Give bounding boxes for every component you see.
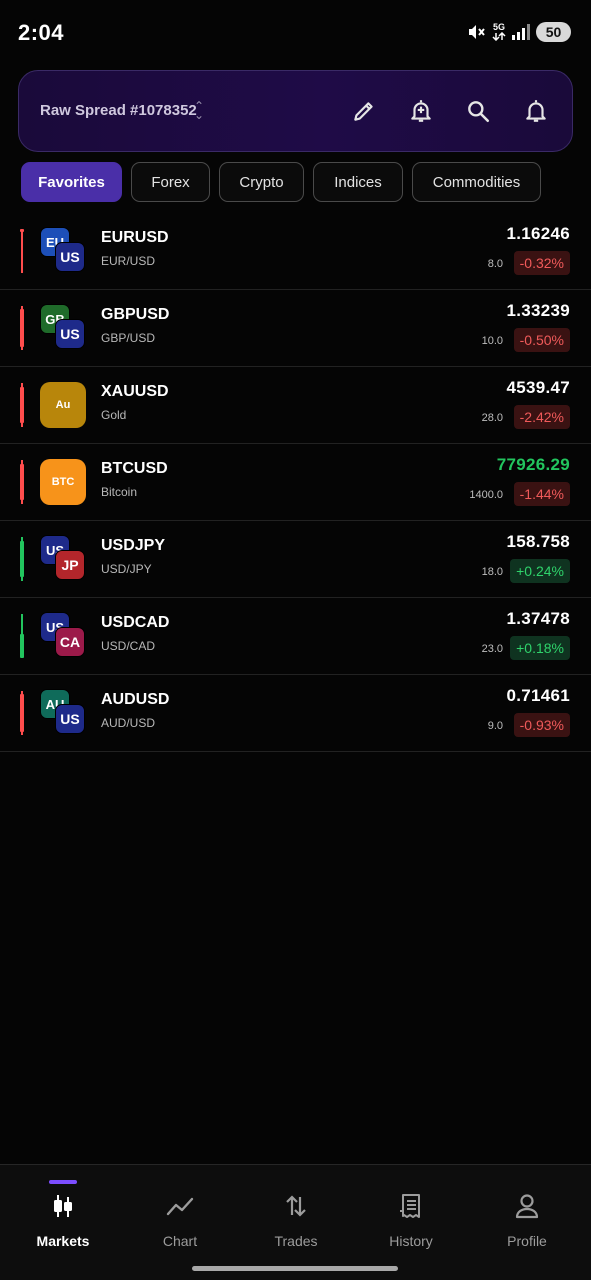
change-badge: -0.32%: [513, 251, 570, 275]
price: 77926.29: [496, 455, 570, 474]
tab-favorites[interactable]: Favorites: [21, 162, 122, 202]
nav-markets[interactable]: Markets: [4, 1165, 122, 1255]
chevron-updown-icon[interactable]: ⌃ ⌄: [194, 100, 204, 121]
market-row-btcusd[interactable]: BTC BTCUSD Bitcoin 77926.29 1400.0 -1.44…: [0, 444, 591, 521]
price: 1.16246: [506, 224, 570, 243]
nav-history[interactable]: History: [352, 1165, 470, 1255]
change-badge: -1.44%: [513, 482, 570, 506]
symbol-description: GBP/USD: [101, 331, 156, 345]
spread: 1400.0: [469, 489, 503, 501]
ca-flag-icon: CA: [55, 627, 85, 657]
search-icon: [468, 101, 490, 123]
market-row-eurusd[interactable]: EU US EURUSD EUR/USD 1.16246 8.0 -0.32%: [0, 213, 591, 290]
home-indicator[interactable]: [192, 1266, 398, 1271]
nav-chart[interactable]: Chart: [121, 1165, 239, 1255]
candle-icon: [20, 614, 24, 658]
us-flag-icon: US: [55, 319, 85, 349]
candle-icon: [20, 537, 24, 581]
price: 1.33239: [506, 301, 570, 320]
spread: 9.0: [487, 720, 503, 732]
status-bar: 2:04 5G 50: [0, 0, 591, 66]
symbol-description: Gold: [101, 408, 127, 422]
nav-trades[interactable]: Trades: [237, 1165, 355, 1255]
symbol-description: USD/JPY: [101, 562, 152, 576]
market-row-xauusd[interactable]: Au XAUUSD Gold 4539.47 28.0 -2.42%: [0, 367, 591, 444]
nav-label: Trades: [274, 1233, 318, 1249]
change-badge: +0.18%: [510, 636, 570, 660]
symbol: USDCAD: [101, 614, 170, 631]
symbol-description: AUD/USD: [101, 716, 156, 730]
line-chart-icon: [166, 1192, 194, 1220]
spread: 10.0: [481, 335, 503, 347]
symbol: BTCUSD: [101, 460, 168, 477]
change-badge: +0.24%: [510, 559, 570, 583]
battery-icon: 50: [536, 22, 571, 42]
change-badge: -2.42%: [513, 405, 570, 429]
add-alert-button[interactable]: [406, 96, 436, 126]
price: 0.71461: [506, 686, 570, 705]
nav-label: History: [389, 1233, 433, 1249]
swap-vertical-icon: [285, 1192, 307, 1220]
network-5g-icon: 5G: [492, 23, 506, 41]
spread: 18.0: [481, 566, 503, 578]
market-row-usdcad[interactable]: US CA USDCAD USD/CAD 1.37478 23.0 +0.18%: [0, 598, 591, 675]
us-flag-icon: US: [55, 242, 85, 272]
bitcoin-icon: BTC: [40, 459, 86, 505]
receipt-icon: [398, 1192, 424, 1220]
signal-icon: [512, 24, 530, 40]
spread: 8.0: [487, 258, 503, 270]
market-row-usdjpy[interactable]: US JP USDJPY USD/JPY 158.758 18.0 +0.24%: [0, 521, 591, 598]
mute-icon: [466, 22, 486, 42]
spread: 28.0: [481, 412, 503, 424]
nav-label: Markets: [36, 1233, 90, 1249]
nav-label: Profile: [507, 1233, 547, 1249]
search-button[interactable]: [463, 96, 493, 126]
symbol-description: USD/CAD: [101, 639, 156, 653]
symbol: EURUSD: [101, 229, 169, 246]
symbol-description: EUR/USD: [101, 254, 156, 268]
symbol: USDJPY: [101, 537, 166, 554]
gold-icon: Au: [40, 382, 86, 428]
notifications-button[interactable]: [521, 96, 551, 126]
price: 1.37478: [506, 609, 570, 628]
tab-forex[interactable]: Forex: [131, 162, 210, 202]
bell-icon: [526, 100, 546, 122]
nav-profile[interactable]: Profile: [468, 1165, 586, 1255]
market-row-audusd[interactable]: AU US AUDUSD AUD/USD 0.71461 9.0 -0.93%: [0, 675, 591, 752]
candlestick-icon: [51, 1192, 75, 1220]
candle-icon: [20, 229, 24, 273]
status-time: 2:04: [18, 20, 65, 45]
candle-icon: [20, 306, 24, 350]
spread: 23.0: [481, 643, 503, 655]
symbol-description: Bitcoin: [101, 485, 138, 499]
pencil-icon: [354, 102, 373, 121]
candle-icon: [20, 460, 24, 504]
symbol: GBPUSD: [101, 306, 170, 323]
account-selector[interactable]: Raw Spread #1078352: [40, 102, 197, 119]
person-icon: [515, 1192, 539, 1220]
change-badge: -0.93%: [513, 713, 570, 737]
symbol: XAUUSD: [101, 383, 169, 400]
tab-commodities[interactable]: Commodities: [412, 162, 541, 202]
tab-indices[interactable]: Indices: [313, 162, 403, 202]
bell-plus-icon: [411, 100, 431, 122]
us-flag-icon: US: [55, 704, 85, 734]
market-row-gbpusd[interactable]: GB US GBPUSD GBP/USD 1.33239 10.0 -0.50%: [0, 290, 591, 367]
status-icons: 5G 50: [466, 22, 571, 42]
nav-label: Chart: [162, 1233, 198, 1249]
edit-button[interactable]: [349, 96, 379, 126]
price: 158.758: [506, 532, 570, 551]
tab-crypto[interactable]: Crypto: [219, 162, 304, 202]
candle-icon: [20, 691, 24, 735]
bottom-nav: Markets Chart Trades History Profile: [0, 1164, 591, 1280]
candle-icon: [20, 383, 24, 427]
price: 4539.47: [506, 378, 570, 397]
jp-flag-icon: JP: [55, 550, 85, 580]
change-badge: -0.50%: [513, 328, 570, 352]
symbol: AUDUSD: [101, 691, 170, 708]
account-header: Raw Spread #1078352 ⌃ ⌄: [18, 70, 573, 152]
